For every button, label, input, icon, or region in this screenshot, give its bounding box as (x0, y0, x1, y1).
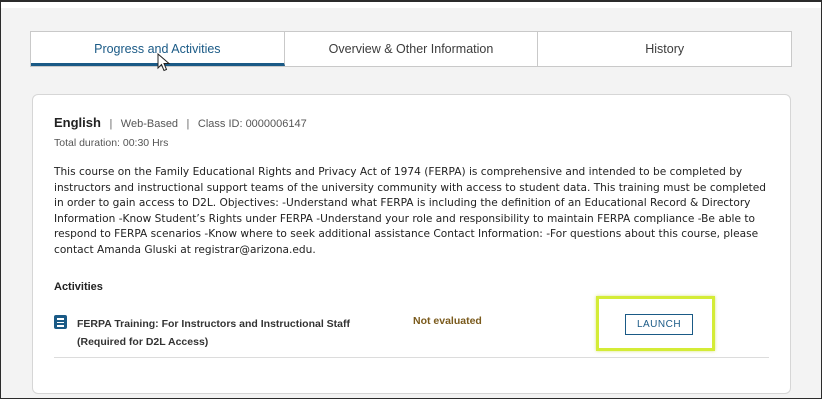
activity-status: Not evaluated (413, 315, 482, 327)
tab-overview-other-information[interactable]: Overview & Other Information (285, 32, 539, 66)
activity-row-divider (54, 357, 769, 358)
course-duration: Total duration: 00:30 Hrs (54, 137, 169, 149)
document-icon (54, 315, 67, 329)
course-delivery: Web-Based (120, 118, 179, 130)
meta-separator: | (109, 118, 113, 130)
tab-history[interactable]: History (538, 32, 791, 66)
launch-button[interactable]: LAUNCH (625, 314, 693, 335)
course-meta: English | Web-Based | Class ID: 00000061… (54, 115, 307, 130)
window-frame: Progress and Activities Overview & Other… (0, 0, 822, 399)
activities-heading: Activities (54, 281, 103, 293)
course-description: This course on the Family Educational Ri… (54, 166, 767, 256)
top-strip (1, 2, 821, 8)
mouse-cursor-icon (157, 53, 171, 72)
course-class-id: Class ID: 0000006147 (197, 118, 307, 130)
tab-bar: Progress and Activities Overview & Other… (30, 31, 792, 67)
course-language: English (54, 115, 101, 130)
activity-title: FERPA Training: For Instructors and Inst… (77, 318, 351, 348)
course-card: English | Web-Based | Class ID: 00000061… (32, 94, 791, 394)
meta-separator: | (186, 118, 190, 130)
